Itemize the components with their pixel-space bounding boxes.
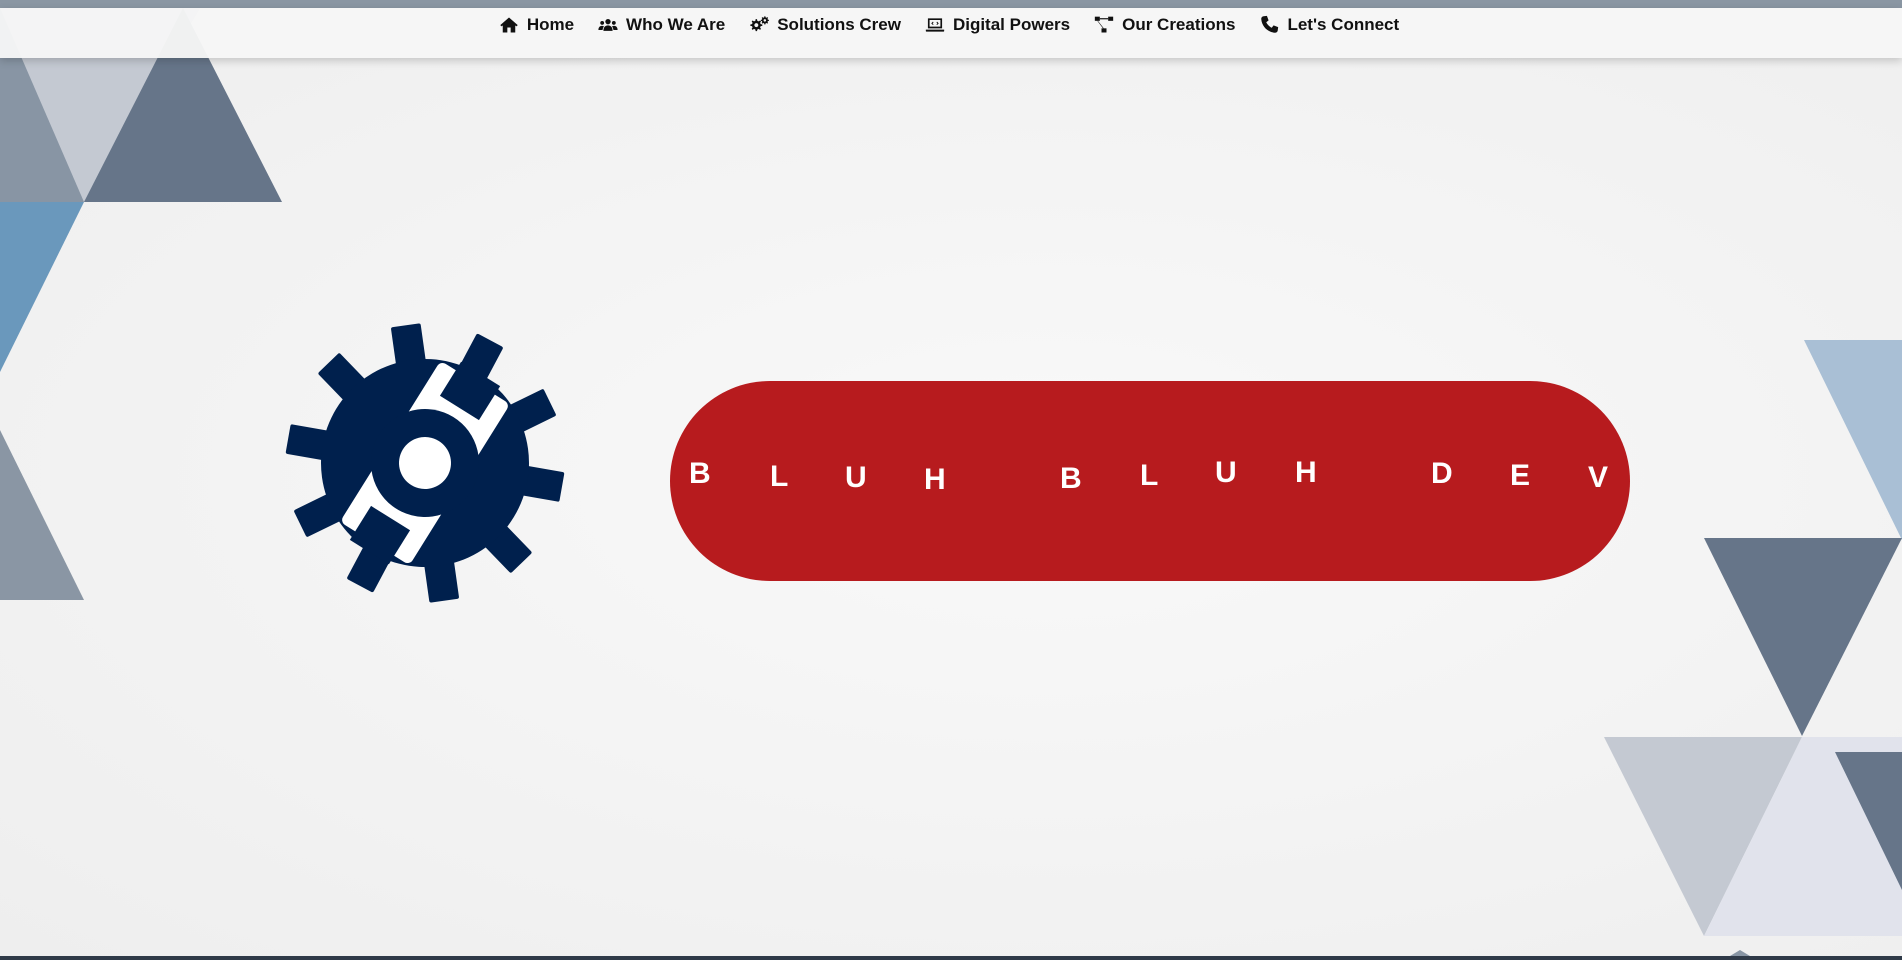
triangle-shape: [1804, 340, 1902, 540]
triangle-shape: [0, 430, 84, 600]
phone-icon: [1259, 15, 1279, 35]
banner-letter: U: [1215, 456, 1237, 489]
banner-letter: B: [1060, 462, 1082, 495]
nav-item-label: Home: [526, 15, 575, 34]
bluh-bluh-dev-banner: B L U H B L U H D E V: [670, 381, 1630, 581]
banner-letter: L: [770, 460, 789, 493]
nav-item-solutions-crew[interactable]: Solutions Crew: [737, 15, 913, 35]
project-diagram-icon: [1094, 15, 1114, 35]
gear-wrench-icon: [280, 318, 570, 608]
home-icon: [499, 15, 519, 35]
triangle-shape: [0, 202, 84, 372]
nav-item-label: Our Creations: [1122, 15, 1236, 34]
top-navbar: Home Who We Are Solutions Crew Digital P…: [0, 8, 1902, 58]
banner-letter: E: [1510, 459, 1531, 492]
nav-item-label: Who We Are: [626, 15, 726, 34]
banner-letter: L: [1140, 459, 1159, 492]
nav-menu: Home Who We Are Solutions Crew Digital P…: [487, 15, 1411, 35]
nav-item-label: Solutions Crew: [777, 15, 901, 34]
nav-item-our-creations[interactable]: Our Creations: [1082, 15, 1247, 35]
users-icon: [598, 15, 618, 35]
nav-item-lets-connect[interactable]: Let's Connect: [1247, 15, 1411, 35]
nav-item-digital-powers[interactable]: Digital Powers: [913, 15, 1082, 35]
banner-letter: H: [1295, 456, 1317, 489]
nav-item-label: Let's Connect: [1287, 15, 1400, 34]
banner-letter: H: [924, 463, 946, 496]
banner-letter: D: [1431, 457, 1453, 490]
banner-letter: V: [1588, 461, 1609, 494]
nav-item-label: Digital Powers: [952, 15, 1071, 34]
triangle-shape: [1704, 538, 1902, 736]
banner-letter: B: [689, 457, 711, 490]
nav-item-who-we-are[interactable]: Who We Are: [586, 15, 737, 35]
bottom-strip: [0, 956, 1902, 960]
gears-icon: [749, 15, 770, 35]
nav-item-home[interactable]: Home: [487, 15, 586, 35]
laptop-code-icon: [925, 15, 945, 35]
banner-letter: U: [845, 461, 867, 494]
